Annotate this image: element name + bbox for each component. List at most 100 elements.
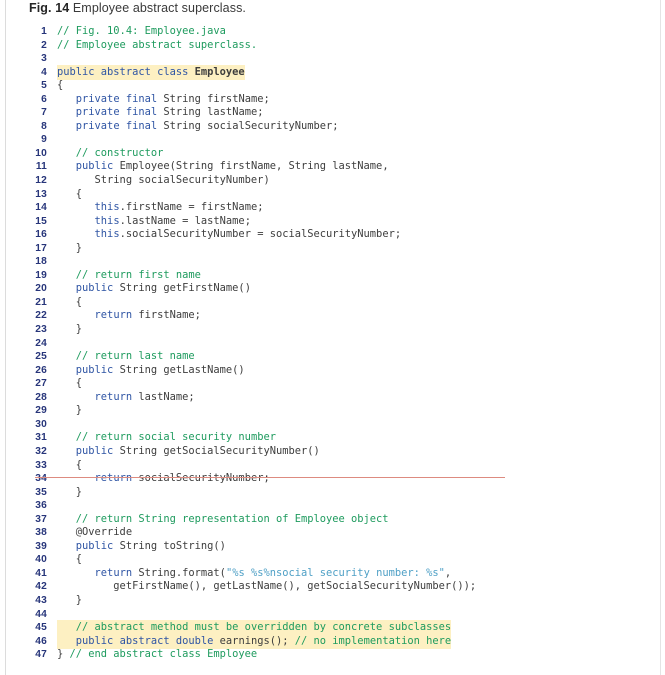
code-line-number: 39 [35,540,47,552]
code-highlight: public abstract double earnings(); // no… [57,633,452,649]
code-line-number: 47 [35,649,47,661]
code-token: return [94,472,139,485]
code-token: String toString() [119,539,226,552]
code-line-source: return socialSecurityNumber; [57,472,270,486]
code-line: 35 } [0,486,665,500]
code-line-number: 8 [41,120,47,132]
code-line: 42 getFirstName(), getLastName(), getSoc… [0,580,665,594]
code-line-number: 35 [35,486,47,498]
code-line: 12 String socialSecurityNumber) [0,174,665,188]
code-line-source: // return String representation of Emplo… [57,513,389,527]
code-line: 9 [0,133,665,147]
code-line-source: // abstract method must be overridden by… [57,620,452,636]
code-line-number: 34 [35,473,47,485]
code-line-number: 5 [41,80,47,92]
code-line: 21 { [0,296,665,310]
code-token: public [75,160,120,173]
code-line: 41 return String.format("%s %s%nsocial s… [0,567,665,581]
code-line-source: // Fig. 10.4: Employee.java [57,25,226,39]
code-token: private final [75,106,164,119]
code-line-number: 14 [35,202,47,214]
code-line: 17 } [0,242,665,256]
code-line: 8 private final String socialSecurityNum… [0,120,665,134]
figure-caption: Fig. 14 Employee abstract superclass. [29,1,246,15]
code-line-source: public String getSocialSecurityNumber() [57,445,320,459]
code-line-number: 4 [41,66,47,78]
code-token: { [57,553,83,566]
code-token: String getLastName() [119,363,245,376]
code-line-source: { [57,296,82,310]
code-line-number: 27 [35,378,47,390]
code-line-source: this.lastName = lastName; [57,215,251,229]
code-line-source: private final String firstName; [57,93,270,107]
code-token: { [57,187,83,200]
code-line: 36 [0,499,665,513]
code-line-source: // return first name [57,269,201,283]
code-line: 27 { [0,377,665,391]
code-token: return [94,309,139,322]
code-token: .socialSecurityNumber = socialSecurityNu… [119,228,402,241]
code-line: 4 public abstract class Employee [0,64,665,80]
code-token: private final [75,92,164,105]
code-line-number: 38 [35,527,47,539]
code-token: String getFirstName() [119,282,251,295]
code-token: String socialSecurityNumber) [57,174,270,187]
code-line-source: { [57,188,82,202]
code-line-source: { [57,553,82,567]
code-line-number: 43 [35,594,47,606]
code-line-number: 26 [35,364,47,376]
code-line-source: private final String socialSecurityNumbe… [57,120,339,134]
code-line-source: } [57,594,82,608]
code-token: { [57,458,83,471]
code-line: 30 [0,418,665,432]
code-token: lastName; [138,390,195,403]
code-line: 32 public String getSocialSecurityNumber… [0,445,665,459]
code-token: .firstName = firstName; [119,201,264,214]
code-line-number: 13 [35,188,47,200]
code-line-number: 40 [35,554,47,566]
code-line-source: return lastName; [57,391,195,405]
code-token: } [57,241,83,254]
code-line-source: // return last name [57,350,195,364]
figure-caption-text: Employee abstract superclass. [72,1,246,15]
code-token: // no implementation here [294,634,452,647]
code-token: String socialSecurityNumber; [163,119,339,132]
code-line-source: } [57,486,82,500]
code-line: 20 public String getFirstName() [0,282,665,296]
code-token: this [94,214,120,227]
code-line: 33 { [0,459,665,473]
code-line-number: 1 [41,26,47,37]
code-line-number: 46 [35,635,47,647]
code-line-number: 31 [35,432,47,444]
code-token: firstName; [138,309,201,322]
code-line-number: 9 [41,134,47,146]
code-token: return [94,390,139,403]
code-token: } [57,593,83,606]
code-line: 34 return socialSecurityNumber; [0,472,665,486]
code-token: // return social security number [75,431,276,444]
code-token: @Override [57,526,133,539]
code-line-source: public Employee(String firstName, String… [57,160,389,174]
code-line: 43 } [0,594,665,608]
code-line-source: // constructor [57,146,164,161]
code-token: // constructor [75,146,164,159]
code-token: } [57,485,83,498]
code-line-number: 29 [35,405,47,417]
code-line: 22 return firstName; [0,309,665,323]
code-line: 26 public String getLastName() [0,364,665,378]
code-line: 44 [0,608,665,622]
code-line-source: getFirstName(), getLastName(), getSocial… [57,580,476,594]
code-line-number: 28 [35,391,47,403]
code-line-number: 21 [35,296,47,308]
code-token: public abstract class [57,65,195,78]
code-token: String.format( [138,566,226,579]
